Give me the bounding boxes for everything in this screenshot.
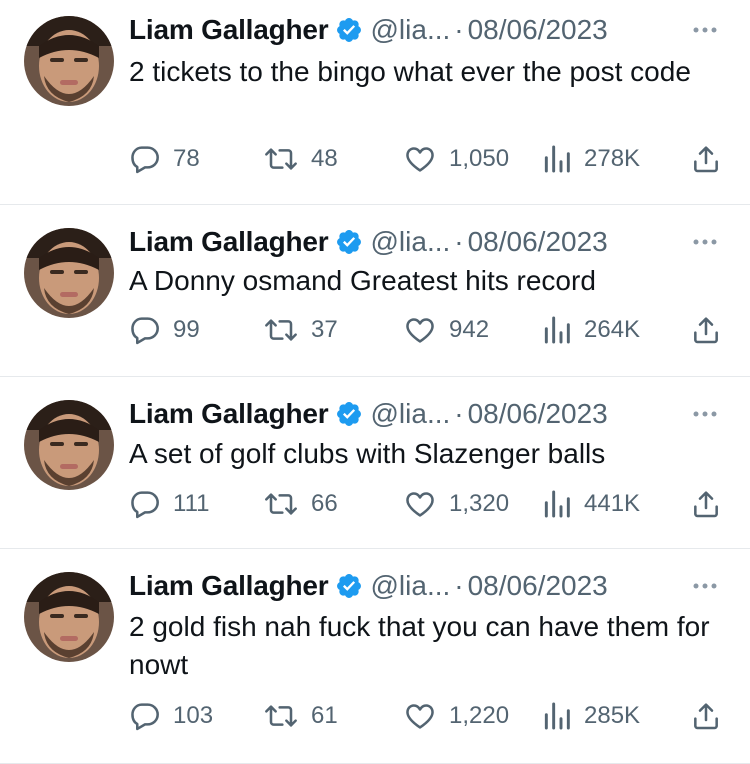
retweet-count: 66 (311, 490, 338, 517)
author-name[interactable]: Liam Gallagher (129, 398, 329, 430)
reply-icon (131, 491, 159, 519)
like-button[interactable]: 942 (403, 310, 489, 350)
avatar[interactable] (24, 16, 114, 106)
tweet-text: A set of golf clubs with Slazenger balls (129, 438, 606, 469)
tweet-text: A Donny osmand Greatest hits record (129, 265, 596, 296)
tweet-date[interactable]: 08/06/2023 (468, 398, 608, 430)
tweet-date[interactable]: 08/06/2023 (468, 226, 608, 258)
avatar[interactable] (24, 572, 114, 662)
like-icon (406, 492, 434, 517)
author-name[interactable]: Liam Gallagher (129, 14, 329, 46)
views-icon (544, 702, 570, 730)
share-icon (694, 146, 718, 173)
views-button[interactable]: 441K (542, 484, 640, 524)
retweet-button[interactable]: 48 (263, 139, 338, 179)
reply-button[interactable]: 111 (129, 484, 209, 524)
verified-badge-icon (335, 16, 363, 44)
separator-dot: · (454, 14, 464, 45)
like-count: 1,220 (449, 702, 510, 729)
like-icon (406, 318, 434, 343)
retweet-button[interactable]: 37 (263, 310, 338, 350)
retweet-count: 61 (311, 702, 338, 729)
tweet-actions: 111 66 1,320 441K (129, 484, 729, 524)
share-icon (694, 703, 718, 730)
views-icon (544, 145, 570, 173)
tweet-actions: 99 37 942 264K (129, 310, 729, 350)
like-count: 942 (449, 316, 490, 343)
tweet-divider (0, 548, 750, 549)
separator-dot: · (454, 226, 464, 257)
views-count: 264K (584, 316, 641, 343)
views-button[interactable]: 278K (542, 139, 640, 179)
more-options-icon[interactable] (690, 399, 720, 429)
views-count: 278K (584, 145, 641, 172)
tweet-date[interactable]: 08/06/2023 (468, 14, 608, 46)
reply-count: 78 (173, 145, 200, 172)
views-button[interactable]: 264K (542, 310, 640, 350)
reply-count: 99 (173, 316, 200, 343)
tweet-date[interactable]: 08/06/2023 (468, 570, 608, 602)
separator-dot: · (454, 570, 464, 601)
retweet-count: 48 (311, 145, 338, 172)
separator-dot: · (454, 398, 464, 429)
share-icon (694, 317, 718, 344)
like-button[interactable]: 1,220 (403, 696, 509, 736)
retweet-button[interactable]: 66 (263, 484, 338, 524)
verified-badge-icon (335, 228, 363, 256)
reply-button[interactable]: 103 (129, 696, 213, 736)
like-button[interactable]: 1,320 (403, 484, 509, 524)
retweet-icon (265, 705, 297, 727)
like-button[interactable]: 1,050 (403, 139, 509, 179)
retweet-count: 37 (311, 316, 338, 343)
avatar[interactable] (24, 228, 114, 318)
verified-badge-icon (335, 400, 363, 428)
reply-icon (131, 703, 159, 731)
tweet-divider (0, 204, 750, 205)
retweet-icon (265, 148, 297, 170)
reply-button[interactable]: 99 (129, 310, 200, 350)
author-handle[interactable]: @lia... (371, 398, 451, 430)
tweet-actions: 103 61 1,220 285K (129, 696, 729, 736)
avatar[interactable] (24, 400, 114, 490)
more-options-icon[interactable] (690, 571, 720, 601)
reply-icon (131, 317, 159, 345)
author-name[interactable]: Liam Gallagher (129, 226, 329, 258)
like-icon (406, 147, 434, 172)
like-count: 1,320 (449, 490, 510, 517)
author-handle[interactable]: @lia... (371, 14, 451, 46)
share-button[interactable] (690, 310, 734, 350)
reply-button[interactable]: 78 (129, 139, 200, 179)
like-icon (406, 704, 434, 729)
views-icon (544, 316, 570, 344)
views-icon (544, 490, 570, 518)
share-button[interactable] (690, 696, 734, 736)
tweet-text: 2 tickets to the bingo what ever the pos… (129, 56, 691, 87)
reply-icon (131, 146, 159, 174)
more-options-icon[interactable] (690, 15, 720, 45)
views-button[interactable]: 285K (542, 696, 640, 736)
author-name[interactable]: Liam Gallagher (129, 570, 329, 602)
views-count: 285K (584, 702, 641, 729)
like-count: 1,050 (449, 145, 510, 172)
tweet-divider (0, 376, 750, 377)
share-button[interactable] (690, 139, 734, 179)
tweet-actions: 78 48 1,050 278K (129, 139, 729, 179)
more-options-icon[interactable] (690, 227, 720, 257)
tweet-text: 2 gold fish nah fuck that you can have t… (129, 611, 710, 680)
share-icon (694, 491, 718, 518)
retweet-icon (265, 493, 297, 515)
share-button[interactable] (690, 484, 734, 524)
reply-count: 111 (173, 490, 210, 517)
retweet-button[interactable]: 61 (263, 696, 338, 736)
verified-badge-icon (335, 572, 363, 600)
author-handle[interactable]: @lia... (371, 226, 451, 258)
views-count: 441K (584, 490, 641, 517)
retweet-icon (265, 319, 297, 341)
author-handle[interactable]: @lia... (371, 570, 451, 602)
reply-count: 103 (173, 702, 214, 729)
